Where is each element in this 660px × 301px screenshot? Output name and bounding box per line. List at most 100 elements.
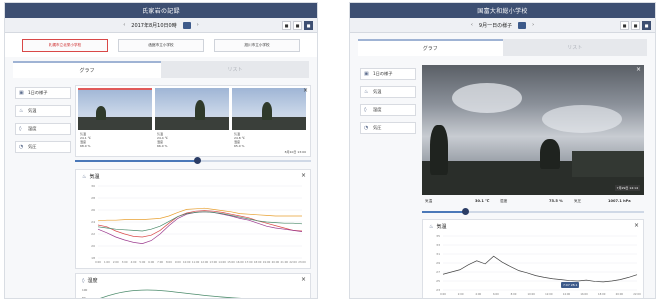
y-tick-label: 18 bbox=[91, 256, 95, 260]
humidity-chart-card: ◊ 湿度 × 100 80 bbox=[75, 273, 311, 298]
measure-humidity-value: 75.5 % bbox=[549, 199, 563, 203]
grid-view-icon[interactable]: ■ bbox=[282, 21, 291, 30]
temperature-line-chart: 35 33 31 29 27 25 230:00 2:00 4:00 6:00 8:00 10:00 1… bbox=[436, 234, 641, 296]
x-tick-label: 6:00 bbox=[148, 260, 154, 264]
image-icon: ▣ bbox=[364, 70, 369, 77]
calendar-icon[interactable] bbox=[182, 21, 191, 29]
droplet-icon: ◊ bbox=[364, 106, 367, 113]
x-tick-label: 8:00 bbox=[511, 292, 517, 296]
x-tick-label: 12:00 bbox=[201, 260, 209, 264]
school-chip-1[interactable]: 札幌市立北栄小学校 bbox=[22, 39, 108, 52]
sidebar-item-humidity[interactable]: ◊ 湿度 bbox=[15, 123, 71, 135]
x-tick-label: 15:00 bbox=[227, 260, 235, 264]
hover-tooltip: 7:07 28.1 bbox=[561, 282, 580, 288]
sky-photo[interactable]: 7月29日 14:14 × bbox=[422, 65, 644, 195]
x-tick-label: 4:00 bbox=[131, 260, 137, 264]
photo-strip-card: × 気温 24.1 ℃ 湿度 68.0 % 気温 24.4 ℃ 湿度 66.0 % 気温 24… bbox=[75, 85, 311, 157]
tab-list[interactable]: リスト bbox=[502, 39, 647, 56]
sidebar-item-day[interactable]: ▣ 1日の様子 bbox=[15, 87, 71, 99]
photo-view-icon[interactable]: ■ bbox=[304, 21, 313, 30]
left-tabs: グラフ リスト bbox=[13, 61, 309, 78]
x-tick-label: 14:00 bbox=[218, 260, 226, 264]
x-tick-label: 0:00 bbox=[95, 260, 101, 264]
time-slider-knob[interactable] bbox=[194, 157, 201, 164]
sidebar-item-pressure[interactable]: ◔ 気圧 bbox=[15, 141, 71, 153]
photo-2-ground bbox=[155, 117, 229, 130]
x-tick-label: 6:00 bbox=[493, 292, 499, 296]
tab-graph[interactable]: グラフ bbox=[358, 39, 503, 56]
next-day-button[interactable]: › bbox=[532, 22, 534, 28]
x-tick-label: 14:00 bbox=[563, 292, 571, 296]
x-tick-label: 19:00 bbox=[263, 260, 271, 264]
prev-day-button[interactable]: ‹ bbox=[471, 22, 473, 28]
left-window: 氏家岩の記録 ‹ 2017年8月10日0時 › ■ ■ ■ 札幌市立北栄小学校 … bbox=[4, 2, 318, 299]
thermometer-icon: ♨ bbox=[19, 107, 24, 114]
photo-view-icon[interactable]: ■ bbox=[642, 21, 651, 30]
y-tick-label: 25 bbox=[436, 279, 440, 283]
right-tabs: グラフ リスト bbox=[358, 39, 647, 56]
photo-1[interactable] bbox=[78, 88, 152, 130]
photo-2[interactable] bbox=[155, 88, 229, 130]
photo-3-tree bbox=[262, 101, 272, 120]
photo-3[interactable] bbox=[232, 88, 306, 130]
x-tick-label: 22:00 bbox=[289, 260, 297, 264]
measure-pressure-value: 1007.1 hPa bbox=[608, 199, 631, 203]
school-chip-3[interactable]: 旭川市立小学校 bbox=[214, 39, 300, 52]
time-slider-knob[interactable] bbox=[462, 208, 469, 215]
y-tick-label: 26 bbox=[91, 208, 95, 212]
school-chip-row: 札幌市立北栄小学校 函館市立小学校 旭川市立小学校 bbox=[5, 33, 317, 57]
photo-timestamp: 8月10日 13:00 bbox=[284, 150, 306, 154]
x-tick-label: 0:00 bbox=[440, 292, 446, 296]
x-tick-label: 20:00 bbox=[616, 292, 624, 296]
prev-day-button[interactable]: ‹ bbox=[123, 22, 125, 28]
right-window: 国富大和総小学校 ‹ 9月一日の様子 › ■ ■ ■ グラフ リスト ▣ 1日の様… bbox=[349, 2, 656, 299]
list-view-icon[interactable]: ■ bbox=[631, 21, 640, 30]
school-chip-2[interactable]: 函館市立小学校 bbox=[118, 39, 204, 52]
gauge-icon: ◔ bbox=[19, 143, 24, 150]
x-tick-label: 16:00 bbox=[580, 292, 588, 296]
x-tick-label: 10:00 bbox=[183, 260, 191, 264]
measure-temp-value: 30.1 ℃ bbox=[475, 199, 490, 203]
sidebar-item-day[interactable]: ▣ 1日の様子 bbox=[360, 68, 416, 80]
measure-temp: 気温 bbox=[425, 199, 433, 203]
right-date-bar: ‹ 9月一日の様子 › ■ ■ ■ bbox=[350, 18, 655, 33]
y-tick-label: 33 bbox=[436, 243, 440, 247]
series-line-1 bbox=[97, 210, 303, 238]
x-tick-label: 5:00 bbox=[139, 260, 145, 264]
x-tick-label: 10:00 bbox=[527, 292, 535, 296]
temperature-line-chart: 30 28 26 24 22 20 180:00 1:00 2:00 3:00 4:00 5:00 6:… bbox=[91, 184, 306, 264]
tab-list[interactable]: リスト bbox=[161, 61, 309, 78]
close-icon[interactable]: × bbox=[303, 87, 308, 94]
sidebar-item-temp[interactable]: ♨ 気温 bbox=[360, 86, 416, 98]
y-tick-label: 28 bbox=[91, 196, 95, 200]
photo-3-caption: 気温 24.8 ℃ 湿度 65.0 % bbox=[234, 132, 246, 148]
photo-1-selected-bar bbox=[78, 88, 152, 90]
series-line-2 bbox=[97, 211, 303, 244]
droplet-icon: ◊ bbox=[19, 125, 22, 132]
photo-2-caption: 気温 24.4 ℃ 湿度 66.0 % bbox=[157, 132, 169, 148]
tab-graph[interactable]: グラフ bbox=[13, 61, 161, 78]
left-title: 氏家岩の記録 bbox=[5, 3, 317, 18]
photo-2-tree bbox=[195, 99, 205, 120]
grid-view-icon[interactable]: ■ bbox=[620, 21, 629, 30]
x-tick-label: 9:00 bbox=[175, 260, 181, 264]
view-toggle-group: ■ ■ ■ bbox=[282, 21, 313, 30]
next-day-button[interactable]: › bbox=[197, 22, 199, 28]
screenshot-canvas: 氏家岩の記録 ‹ 2017年8月10日0時 › ■ ■ ■ 札幌市立北栄小学校 … bbox=[0, 0, 660, 301]
x-tick-label: 4:00 bbox=[475, 292, 481, 296]
x-tick-label: 2:00 bbox=[458, 292, 464, 296]
calendar-icon[interactable] bbox=[518, 21, 527, 29]
photo-1-caption: 気温 24.1 ℃ 湿度 68.0 % bbox=[80, 132, 92, 148]
sidebar-item-temp[interactable]: ♨ 気温 bbox=[15, 105, 71, 117]
x-tick-label: 13:00 bbox=[210, 260, 218, 264]
x-tick-label: 3:00 bbox=[122, 260, 128, 264]
sidebar-item-pressure[interactable]: ◔ 気圧 bbox=[360, 122, 416, 134]
right-title: 国富大和総小学校 bbox=[350, 3, 655, 18]
x-tick-label: 17:00 bbox=[245, 260, 253, 264]
series-line-3 bbox=[97, 211, 303, 232]
close-icon[interactable]: × bbox=[636, 66, 641, 73]
x-tick-label: 12:00 bbox=[545, 292, 553, 296]
thermometer-icon: ♨ bbox=[364, 88, 369, 95]
sidebar-item-humidity[interactable]: ◊ 湿度 bbox=[360, 104, 416, 116]
list-view-icon[interactable]: ■ bbox=[293, 21, 302, 30]
